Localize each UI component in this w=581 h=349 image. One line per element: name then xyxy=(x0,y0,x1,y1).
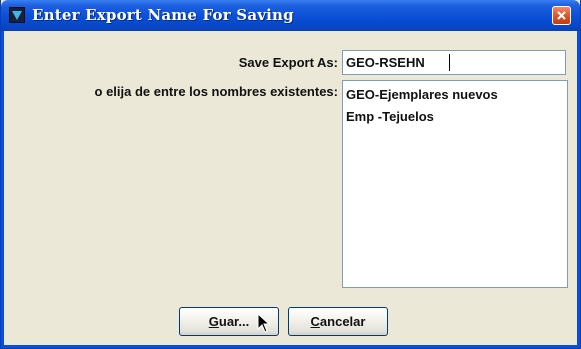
title-bar[interactable]: Enter Export Name For Saving xyxy=(1,0,580,31)
save-button-mnemonic: G xyxy=(208,314,219,329)
cancel-button-label: ancelar xyxy=(319,314,366,329)
existing-names-list[interactable]: GEO-Ejemplares nuevos Emp -Tejuelos xyxy=(342,80,568,288)
save-button[interactable]: Guar... xyxy=(179,307,279,336)
save-button-label: uar... xyxy=(218,314,250,329)
existing-names-label: o elija de entre los nombres existentes: xyxy=(94,84,338,99)
close-button[interactable] xyxy=(552,6,571,25)
save-as-label: Save Export As: xyxy=(238,55,338,70)
list-item[interactable]: GEO-Ejemplares nuevos xyxy=(345,84,567,106)
cancel-button-mnemonic: C xyxy=(310,314,320,329)
export-name-input[interactable] xyxy=(342,50,566,75)
close-icon xyxy=(557,11,566,20)
list-item[interactable]: Emp -Tejuelos xyxy=(345,106,567,128)
window-title: Enter Export Name For Saving xyxy=(32,6,294,24)
window-border-right xyxy=(577,31,580,348)
window-border-left xyxy=(1,31,4,348)
window-border-bottom xyxy=(1,345,580,348)
app-icon xyxy=(9,7,25,23)
cancel-button[interactable]: Cancelar xyxy=(288,307,388,336)
text-caret xyxy=(449,54,450,71)
export-name-dialog: Enter Export Name For Saving Save Export… xyxy=(0,0,581,349)
